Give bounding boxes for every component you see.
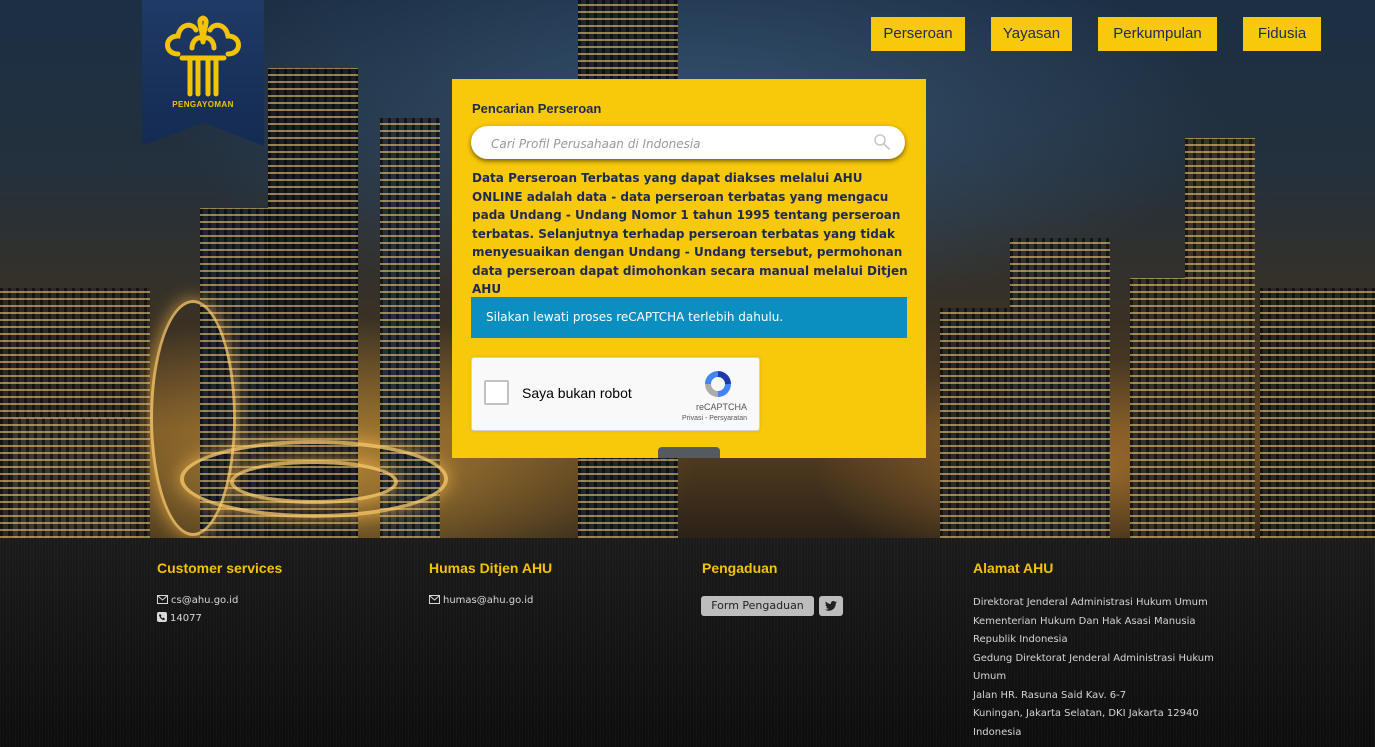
phone-icon bbox=[157, 612, 167, 622]
address-line: Kuningan, Jakarta Selatan, DKI Jakarta 1… bbox=[973, 708, 1199, 719]
humas-heading: Humas Ditjen AHU bbox=[429, 560, 553, 576]
logo-text: PENGAYOMAN bbox=[172, 100, 234, 109]
envelope-icon bbox=[429, 595, 440, 604]
description-text: Data Perseroan Terbatas yang dapat diaks… bbox=[472, 171, 908, 296]
nav-perkumpulan-button[interactable]: Perkumpulan bbox=[1098, 17, 1217, 51]
pengayoman-logo-icon bbox=[165, 15, 241, 97]
search-submit-button[interactable] bbox=[658, 447, 720, 458]
panel-title: Pencarian Perseroan bbox=[472, 101, 602, 116]
search-panel: Pencarian Perseroan Data Perseroan Terba… bbox=[452, 79, 926, 458]
address-block: Direktorat Jenderal Administrasi Hukum U… bbox=[973, 594, 1223, 742]
address-line: Umum bbox=[973, 671, 1007, 682]
customer-services-heading: Customer services bbox=[157, 560, 283, 576]
address-line: Republik Indonesia bbox=[973, 634, 1068, 645]
search-input[interactable] bbox=[489, 126, 873, 161]
recaptcha-logo-icon bbox=[705, 371, 731, 397]
customer-services-contact: cs@ahu.go.id 14077 bbox=[157, 592, 238, 628]
humas-email-row[interactable]: humas@ahu.go.id bbox=[429, 592, 533, 610]
nav-yayasan-button[interactable]: Yayasan bbox=[991, 17, 1072, 51]
address-line: Jalan HR. Rasuna Said Kav. 6-7 bbox=[973, 689, 1127, 701]
address-line: Indonesia bbox=[973, 726, 1022, 738]
humas-email[interactable]: humas@ahu.go.id bbox=[443, 595, 533, 606]
recaptcha-label: Saya bukan robot bbox=[522, 385, 632, 401]
recaptcha-checkbox[interactable] bbox=[484, 380, 509, 405]
cs-email[interactable]: cs@ahu.go.id bbox=[171, 595, 238, 606]
alamat-heading: Alamat AHU bbox=[973, 560, 1054, 576]
recaptcha-alert: Silakan lewati proses reCAPTCHA terlebih… bbox=[471, 297, 907, 338]
search-icon[interactable] bbox=[873, 133, 891, 151]
cs-phone: 14077 bbox=[170, 613, 202, 624]
recaptcha-terms-link[interactable]: Privasi - Persyaratan bbox=[682, 415, 747, 422]
envelope-icon bbox=[157, 595, 168, 604]
nav-fidusia-button[interactable]: Fidusia bbox=[1243, 17, 1321, 51]
recaptcha-brand: reCAPTCHA bbox=[695, 402, 747, 412]
search-box[interactable] bbox=[471, 126, 905, 161]
recaptcha-widget: Saya bukan robot reCAPTCHA Privasi - Per… bbox=[471, 357, 760, 431]
cs-phone-row: 14077 bbox=[157, 610, 238, 628]
cs-email-row[interactable]: cs@ahu.go.id bbox=[157, 592, 238, 610]
pengaduan-heading: Pengaduan bbox=[702, 560, 778, 576]
address-line: Gedung Direktorat Jenderal Administrasi … bbox=[973, 652, 1214, 664]
footer: Customer services cs@ahu.go.id 14077 Hum… bbox=[0, 538, 1375, 747]
twitter-icon bbox=[825, 601, 837, 611]
twitter-button[interactable] bbox=[819, 596, 843, 616]
address-line: Kementerian Hukum Dan Hak Asasi Manusia bbox=[973, 615, 1196, 627]
address-line: Direktorat Jenderal Administrasi Hukum U… bbox=[973, 597, 1208, 608]
form-pengaduan-button[interactable]: Form Pengaduan bbox=[701, 596, 814, 616]
nav-perseroan-button[interactable]: Perseroan bbox=[871, 17, 965, 51]
